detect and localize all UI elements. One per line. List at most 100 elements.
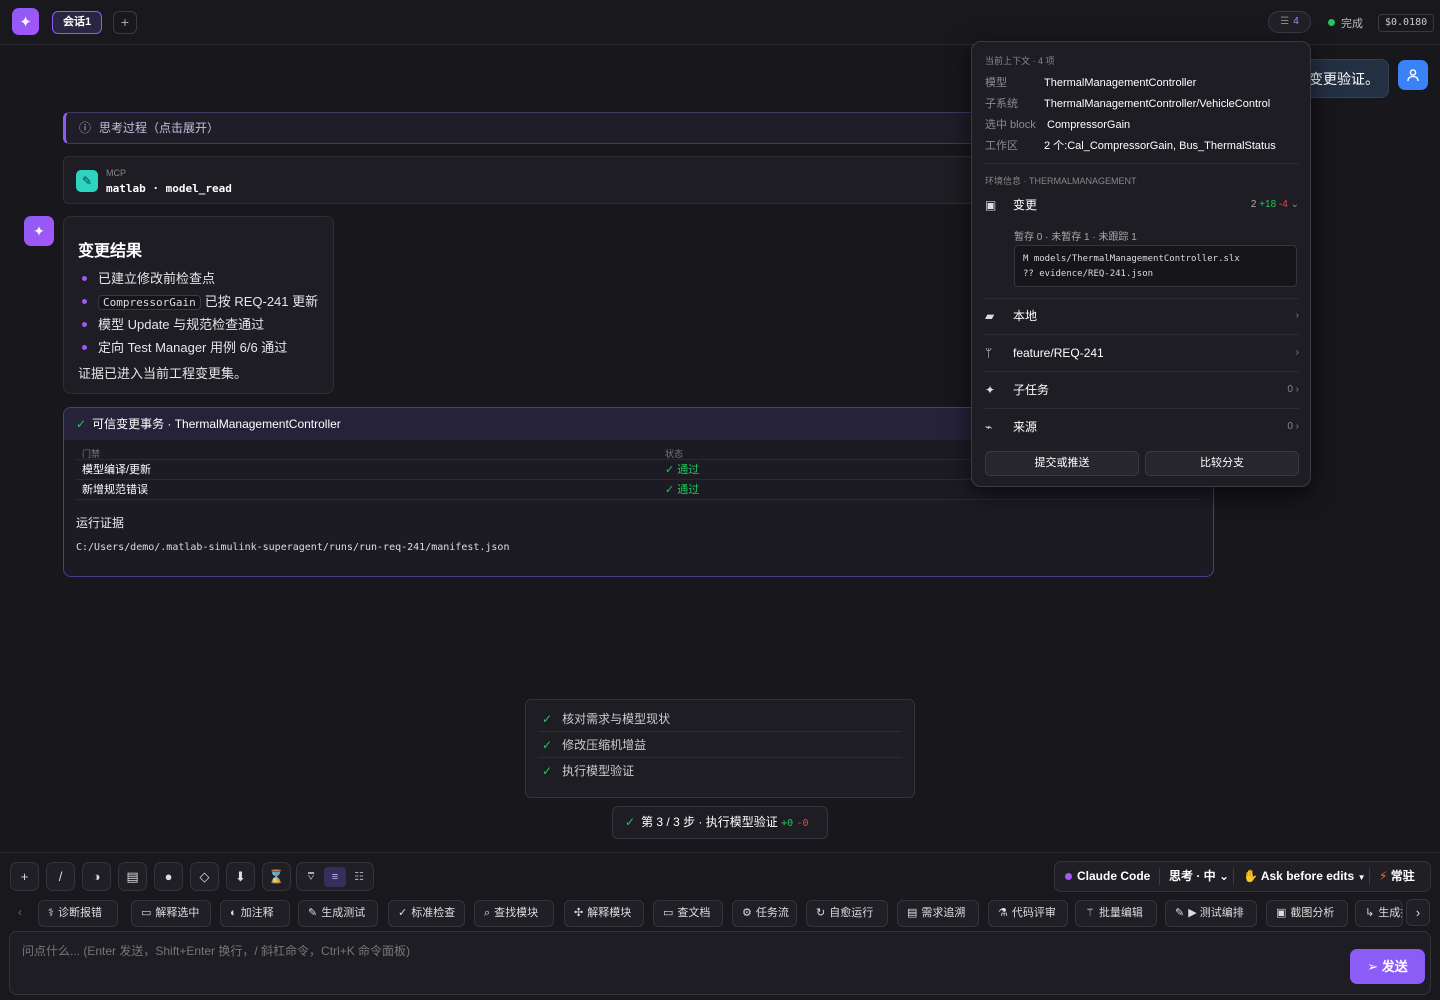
top-bar: ✦ 会话1 + ☰ 4 完成 $0.0180 [0,0,1440,45]
quick-action-workflow[interactable]: ⚙ 任务流 [732,900,797,927]
sparkle-icon: ✦ [985,383,996,397]
result-card: 变更结果 已建立修改前检查点 CompressorGain 已按 REQ-241 … [63,216,334,394]
workspace-key: 工作区 [985,140,1018,152]
diamond-icon[interactable]: ◇ [190,862,219,891]
evidence-path[interactable]: C:/Users/demo/.matlab-simulink-superagen… [76,542,509,553]
resident-toggle[interactable]: ⚡ 常驻 [1379,862,1415,891]
quick-action-label: 生成报告 [1378,907,1402,919]
step-indicator[interactable]: ✓ 第 3 / 3 步 · 执行模型验证 +0 -0 [612,806,828,839]
changed-files: M models/ThermalManagementController.slx… [1014,245,1297,287]
chevron-right-icon[interactable]: › [1406,899,1430,926]
diff-icon: ▣ [985,198,997,212]
todo-item: ✓ 核对需求与模型现状 [538,706,902,732]
quick-action-generate-test[interactable]: ✎ 生成测试 [298,900,378,927]
quick-action-trace[interactable]: ▤ 需求追溯 [897,900,979,927]
quick-action-label: ▶ 测试编排 [1188,907,1244,919]
mode-bar: Claude Code 思考 · 中 ⌄ ✋ Ask before edits … [1054,861,1431,892]
bolt-icon: ⚡ [1379,869,1388,883]
branch-section[interactable]: ᛘ feature/REQ-241 › [985,343,1299,363]
pencil-icon: ✎ [308,907,318,919]
quick-action-diagnose[interactable]: ⚕ 诊断报错 [38,900,118,927]
quick-action-test-orchestrate[interactable]: ✎ ▶ 测试编排 [1165,900,1257,927]
app-logo-icon: ✦ [12,8,39,35]
composer: + / ◑ ▤ ● ◇ ⬇ ⌛ ⩢ ≡ ☷ Claude Code 思考 · 中… [0,852,1440,1000]
local-section[interactable]: ▰ 本地 › [985,306,1299,326]
branch-icon: ᛘ [985,346,993,360]
slash-command-button[interactable]: / [46,862,75,891]
quick-action-code-review[interactable]: ⚗ 代码评审 [988,900,1068,927]
quick-action-self-heal[interactable]: ↻ 自愈运行 [806,900,888,927]
filter-icon[interactable]: ⩢ [300,867,322,887]
quick-action-label: 查找模块 [494,907,539,919]
quick-action-screenshot[interactable]: ▣ 截图分析 [1266,900,1348,927]
commit-push-button[interactable]: 提交或推送 [985,451,1139,476]
quick-action-report[interactable]: ↳生成报告 [1355,900,1403,927]
block-key: 选中 block [985,119,1036,131]
quick-action-find-block[interactable]: ⌕ 查找模块 [474,900,554,927]
changed-file[interactable]: ?? evidence/REQ-241.json [1023,267,1288,282]
model-value: ThermalManagementController [1044,77,1197,89]
quick-action-docs[interactable]: ▭ 查文档 [653,900,723,927]
quick-action-add-comment[interactable]: ◐ 加注释 [220,900,290,927]
mcp-tool-card[interactable]: ✎ MCP matlab · model_read [63,156,1063,204]
thinking-label: 思考过程（点击展开） [99,121,220,135]
result-title: 变更结果 [78,243,143,260]
branch-label: feature/REQ-241 [1013,346,1104,360]
changes-del: -4 [1278,199,1288,210]
changes-section[interactable]: ▣ 变更 2 +18 -4 ⌄ [985,195,1299,215]
record-icon[interactable]: ● [154,862,183,891]
permission-select[interactable]: ✋ Ask before edits ▼ [1243,862,1365,891]
subtasks-count-value: 0 [1287,384,1293,395]
download-icon[interactable]: ⬇ [226,862,255,891]
think-level-select[interactable]: 思考 · 中 ⌄ [1169,862,1229,891]
quick-action-label: 自愈运行 [829,907,874,919]
info-icon: ⓘ [79,121,92,135]
changed-file[interactable]: M models/ThermalManagementController.slx [1023,252,1288,267]
list-view-icon[interactable]: ≡ [324,867,346,887]
quick-action-explain-selection[interactable]: ▭ 解释选中 [131,900,211,927]
check-icon: ✓ [398,907,408,919]
quick-action-explain-block[interactable]: ✣ 解释模块 [564,900,644,927]
compare-branch-button[interactable]: 比较分支 [1145,451,1299,476]
changes-count: 2 [1250,199,1257,210]
step-label: 第 3 / 3 步 · 执行模型验证 [641,815,778,829]
cost-badge: $0.0180 [1378,14,1435,32]
pencil-icon: ✎ [1175,907,1185,919]
subtasks-label: 子任务 [1013,383,1050,397]
detail-view-icon[interactable]: ☷ [348,867,370,887]
todo-item: ✓ 修改压缩机增益 [538,732,902,758]
quick-action-label: 标准检查 [411,907,456,919]
add-attachment-button[interactable]: + [10,862,39,891]
thinking-toggle[interactable]: ⓘ 思考过程（点击展开） [63,112,1063,144]
tab-session-1[interactable]: 会话1 [52,11,103,34]
code-chip: CompressorGain [98,295,201,310]
list-item-text: 已按 REQ-241 更新 [204,294,319,309]
quick-action-label: 需求追溯 [921,907,966,919]
agent-select[interactable]: Claude Code [1065,862,1150,891]
list-icon: ☰ [1280,16,1290,27]
contrast-icon[interactable]: ◑ [82,862,111,891]
send-button[interactable]: ➢ 发送 [1350,949,1425,984]
quick-action-label: 解释模块 [587,907,632,919]
sources-count: 0 › [1287,421,1299,432]
hourglass-icon[interactable]: ⌛ [262,862,291,891]
evidence-title: 运行证据 [76,516,125,530]
sources-section[interactable]: ⌁ 来源 0 › [985,417,1299,437]
quick-action-label: 诊断报错 [57,907,102,919]
result-tail: 证据已进入当前工程变更集。 [78,366,248,381]
context-button[interactable]: ☰ 4 [1268,11,1311,33]
chevron-left-icon[interactable]: ‹ [18,905,22,919]
caret-down-icon: ▼ [1357,873,1366,882]
think-label: 思考 · 中 [1169,869,1216,883]
assistant-avatar-icon: ✦ [24,216,54,246]
subtasks-section[interactable]: ✦ 子任务 0 › [985,380,1299,400]
link-icon: ⌁ [985,420,993,434]
divider [985,163,1299,164]
quick-action-batch-edit[interactable]: ⚚ 批量编辑 [1075,900,1157,927]
quick-action-standard-check[interactable]: ✓ 标准检查 [388,900,465,927]
clipboard-icon[interactable]: ▤ [118,862,147,891]
message-input[interactable] [22,942,1342,982]
divider [985,408,1299,409]
add-tab-button[interactable]: + [113,11,137,34]
divider [985,334,1299,335]
